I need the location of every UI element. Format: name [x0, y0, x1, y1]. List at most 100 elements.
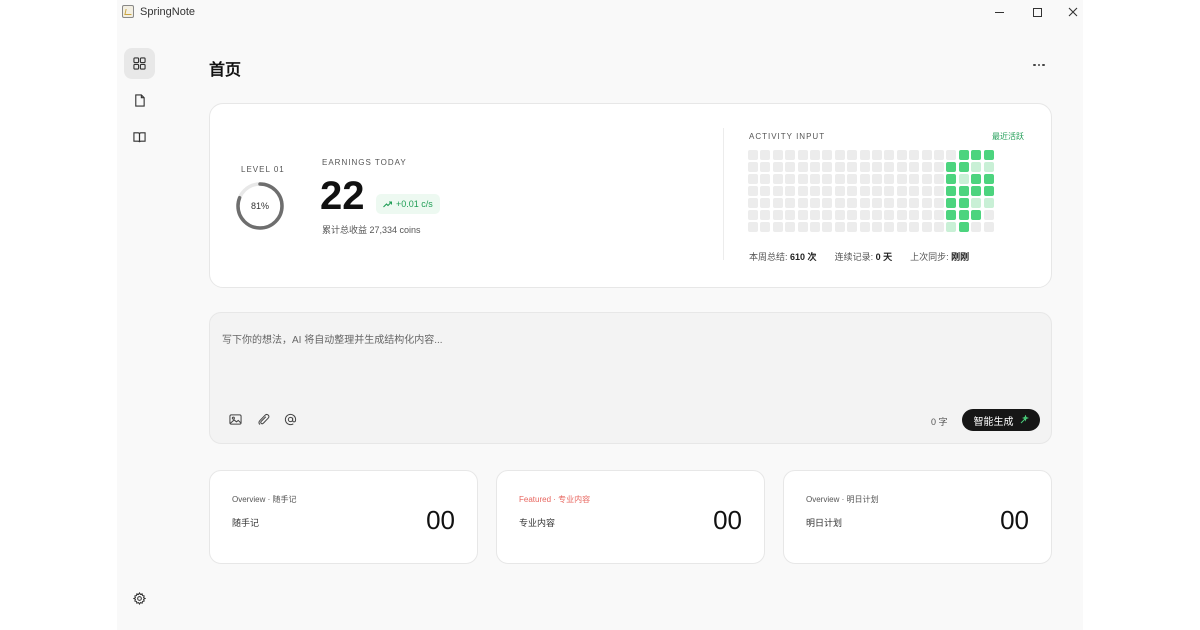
- level-label: LEVEL 01: [241, 165, 285, 174]
- minimize-icon: [994, 11, 1004, 13]
- heatmap-cell: [971, 150, 982, 160]
- recent-activity-link[interactable]: 最近活跃: [992, 131, 1024, 142]
- note-editor[interactable]: 写下你的想法，AI 将自动整理并生成结构化内容... 0 字 智能生成: [209, 312, 1052, 444]
- heatmap-cell: [797, 174, 808, 184]
- editor-placeholder[interactable]: 写下你的想法，AI 将自动整理并生成结构化内容...: [222, 331, 443, 346]
- heatmap-cell: [772, 174, 783, 184]
- grid-icon: [133, 57, 146, 70]
- heatmap-cell: [934, 222, 944, 232]
- heatmap-cell: [921, 210, 932, 220]
- summary-card[interactable]: Featured · 专业内容 专业内容 00: [496, 470, 765, 564]
- heatmap-cell: [971, 198, 982, 208]
- minimize-button[interactable]: [981, 0, 1017, 24]
- sidebar-settings[interactable]: [124, 583, 155, 614]
- heatmap-cell: [884, 174, 895, 184]
- heatmap-cell: [884, 210, 895, 220]
- heatmap-cell: [884, 186, 895, 196]
- heatmap-cell: [785, 186, 796, 196]
- heatmap-cell: [822, 162, 833, 172]
- heatmap-cell: [884, 150, 895, 160]
- summary-card[interactable]: Overview · 明日计划 明日计划 00: [783, 470, 1052, 564]
- heatmap-cell: [983, 150, 994, 160]
- heatmap-cell: [760, 174, 771, 184]
- heatmap-cell: [896, 174, 907, 184]
- more-dot-icon: [1037, 63, 1041, 67]
- heatmap-cell: [909, 150, 920, 160]
- close-icon: [1068, 7, 1078, 17]
- sidebar-item-dashboard[interactable]: [124, 48, 155, 79]
- heatmap-cell: [983, 174, 994, 184]
- heatmap-cell: [872, 162, 882, 172]
- heatmap-cell: [834, 162, 845, 172]
- heatmap-cell: [896, 186, 907, 196]
- heatmap-cell: [748, 222, 758, 232]
- heatmap-cell: [921, 174, 932, 184]
- card-tag: Overview · 随手记: [232, 495, 297, 504]
- heatmap-cell: [872, 150, 882, 160]
- activity-stat-label: 上次同步:: [910, 252, 949, 262]
- card-value: 00: [713, 505, 742, 535]
- sidebar-item-library[interactable]: [124, 122, 155, 153]
- insert-image-button[interactable]: [227, 411, 243, 427]
- card-tag: Featured · 专业内容: [519, 495, 591, 504]
- heatmap-cell: [748, 174, 758, 184]
- heatmap-cell: [958, 210, 969, 220]
- heatmap-cell: [810, 150, 820, 160]
- heatmap-cell: [810, 162, 820, 172]
- heatmap-cell: [909, 174, 920, 184]
- heatmap-cell: [896, 198, 907, 208]
- heatmap-cell: [859, 150, 870, 160]
- heatmap-cell: [909, 210, 920, 220]
- heatmap-cell: [859, 186, 870, 196]
- more-options-button[interactable]: [1030, 57, 1048, 73]
- heatmap-cell: [834, 174, 845, 184]
- activity-stat-label: 本周总结:: [749, 252, 788, 262]
- heatmap-cell: [909, 162, 920, 172]
- heatmap-cell: [872, 186, 882, 196]
- app-logo-icon: [122, 5, 134, 18]
- heatmap-cell: [859, 210, 870, 220]
- heatmap-cell: [934, 174, 944, 184]
- smart-generate-button[interactable]: 智能生成: [962, 409, 1040, 431]
- heatmap-cell: [958, 222, 969, 232]
- activity-stat-value: 610 次: [790, 252, 817, 262]
- heatmap-cell: [847, 222, 858, 232]
- summary-card[interactable]: Overview · 随手记 随手记 00: [209, 470, 478, 564]
- heatmap-cell: [810, 210, 820, 220]
- heatmap-cell: [822, 186, 833, 196]
- heatmap-cell: [946, 174, 957, 184]
- heatmap-cell: [971, 222, 982, 232]
- heatmap-cell: [834, 222, 845, 232]
- heatmap-cell: [785, 222, 796, 232]
- heatmap-cell: [797, 186, 808, 196]
- heatmap-cell: [884, 162, 895, 172]
- heatmap-cell: [909, 222, 920, 232]
- heatmap-cell: [772, 198, 783, 208]
- heatmap-cell: [748, 198, 758, 208]
- heatmap-cell: [946, 222, 957, 232]
- attach-file-button[interactable]: [255, 411, 271, 427]
- maximize-button[interactable]: [1019, 0, 1055, 24]
- activity-stat-value: 0 天: [875, 252, 893, 262]
- heatmap-cell: [921, 186, 932, 196]
- image-icon: [228, 413, 242, 425]
- heatmap-cell: [896, 210, 907, 220]
- heatmap-cell: [834, 198, 845, 208]
- heatmap-cell: [934, 186, 944, 196]
- sparkle-icon: [1020, 415, 1029, 424]
- activity-stat: 本周总结: 610 次: [749, 250, 817, 263]
- close-button[interactable]: [1055, 0, 1091, 24]
- card-tag: Overview · 明日计划: [806, 495, 879, 504]
- activity-footer: 本周总结: 610 次 连续记录: 0 天 上次同步: 刚刚: [749, 250, 969, 263]
- heatmap-cell: [797, 198, 808, 208]
- sidebar-item-notes[interactable]: [124, 85, 155, 116]
- heatmap-cell: [760, 222, 771, 232]
- book-icon: [133, 132, 146, 143]
- mention-button[interactable]: [282, 411, 298, 427]
- heatmap-cell: [958, 186, 969, 196]
- heatmap-cell: [983, 186, 994, 196]
- heatmap-cell: [958, 174, 969, 184]
- activity-stat-value: 刚刚: [951, 252, 970, 262]
- earnings-value: 22: [320, 174, 365, 218]
- at-sign-icon: [284, 413, 296, 425]
